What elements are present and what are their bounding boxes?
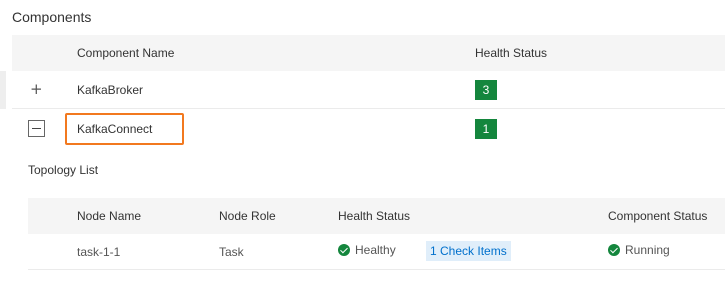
table-row[interactable]: task-1-1 Task Healthy 1 Check Items Runn… xyxy=(28,234,725,270)
column-header-health-status: Health Status xyxy=(338,209,411,223)
table-row-kafkabroker[interactable]: + KafkaBroker 3 xyxy=(12,71,725,109)
health-count-badge[interactable]: 1 xyxy=(475,119,497,139)
column-header-component-name: Component Name xyxy=(77,46,175,60)
health-count-badge[interactable]: 3 xyxy=(475,80,497,100)
section-title: Components xyxy=(12,9,92,25)
left-edge-scroll xyxy=(0,71,6,109)
check-circle-icon xyxy=(338,244,350,256)
column-header-node-name: Node Name xyxy=(77,209,142,223)
topology-table-header: Node Name Node Role Health Status Compon… xyxy=(28,198,725,234)
check-items-link[interactable]: 1 Check Items xyxy=(426,241,511,261)
column-header-node-role: Node Role xyxy=(219,209,276,223)
component-name: KafkaBroker xyxy=(77,83,144,97)
collapse-minus-icon[interactable] xyxy=(28,120,45,137)
topology-list-title: Topology List xyxy=(28,163,99,177)
expand-plus-icon[interactable]: + xyxy=(30,82,43,97)
component-status-label: Running xyxy=(625,243,670,257)
components-table-header: Component Name Health Status xyxy=(12,35,725,71)
column-header-health-status: Health Status xyxy=(475,46,548,60)
column-header-component-status: Component Status xyxy=(608,209,708,223)
expanded-topology-panel: Topology List Node Name Node Role Health… xyxy=(12,147,725,306)
health-status: Healthy xyxy=(338,243,396,257)
check-circle-icon xyxy=(608,244,620,256)
node-name: task-1-1 xyxy=(77,245,121,259)
component-status: Running xyxy=(608,243,670,257)
health-status-label: Healthy xyxy=(355,243,396,257)
component-name: KafkaConnect xyxy=(77,122,153,136)
node-role: Task xyxy=(219,245,244,259)
table-row-kafkaconnect[interactable]: KafkaConnect 1 xyxy=(12,110,725,147)
